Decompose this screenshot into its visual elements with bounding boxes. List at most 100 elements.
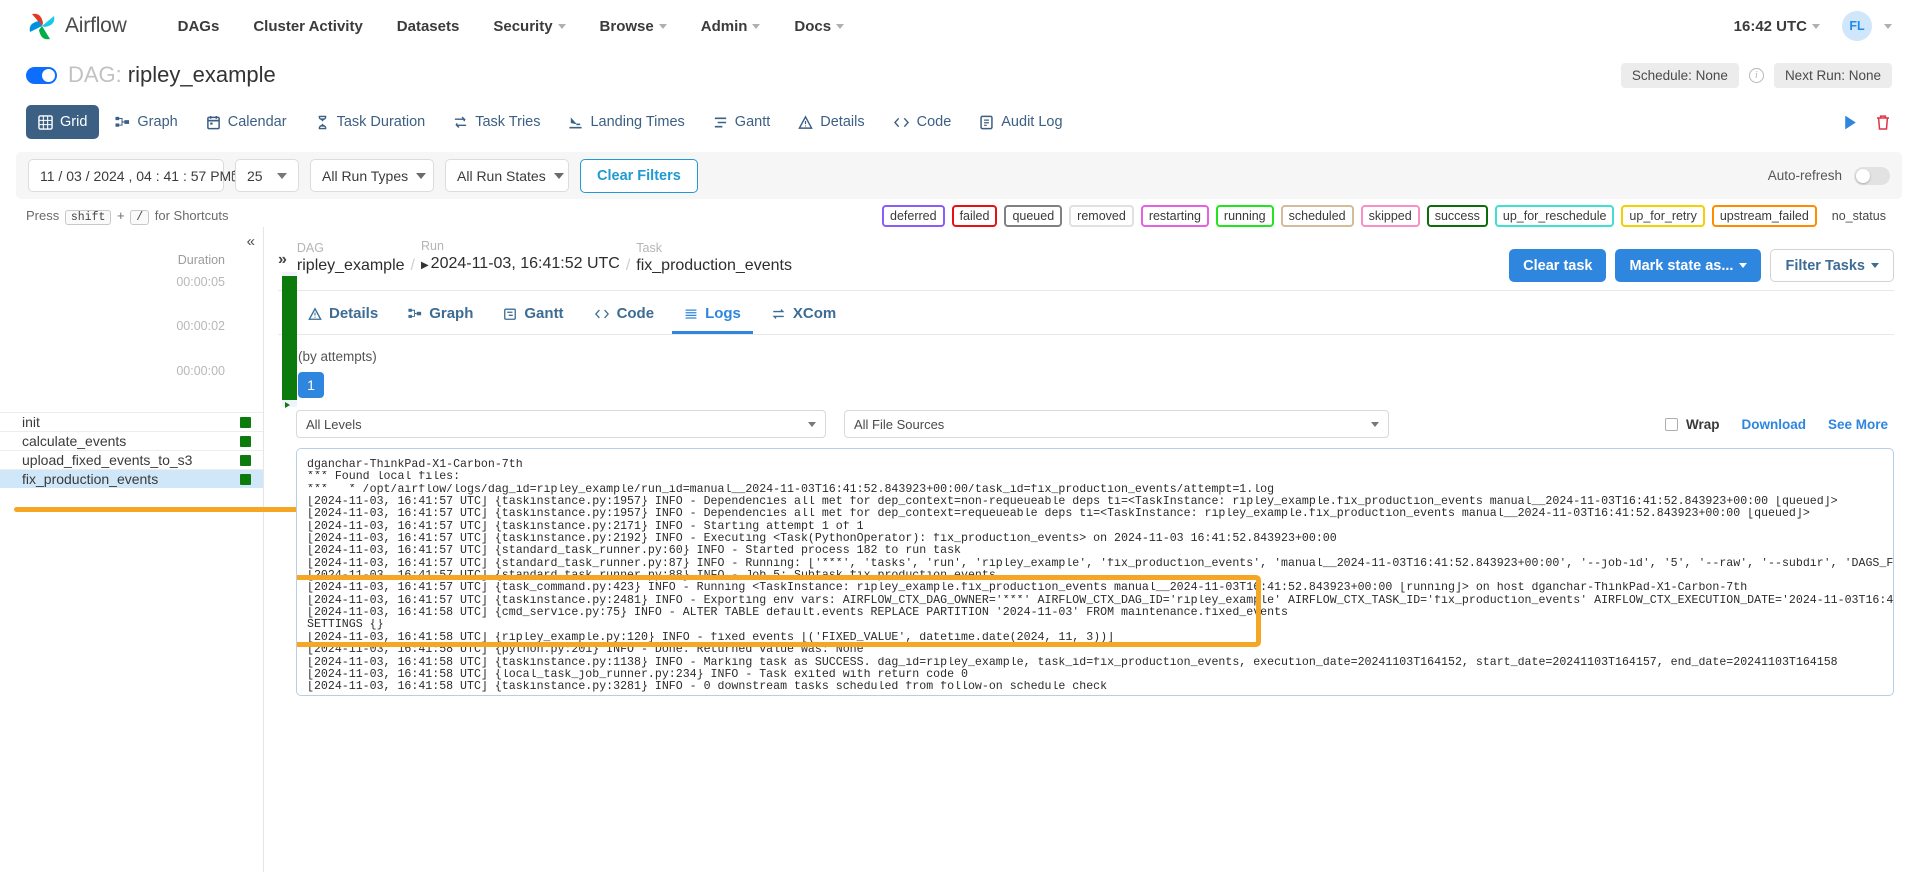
run-duration-bar-column[interactable] xyxy=(282,272,297,408)
log-line: [2024-11-03, 16:41:58 UTC] {local_task_j… xyxy=(307,668,968,681)
legend-scheduled[interactable]: scheduled xyxy=(1280,205,1354,227)
task-state-square[interactable] xyxy=(240,435,251,447)
download-logs-link[interactable]: Download xyxy=(1741,417,1806,432)
nav-item-dags[interactable]: DAGs xyxy=(161,12,237,41)
axis-tick-top: 00:00:05 xyxy=(176,275,225,289)
legend-queued[interactable]: queued xyxy=(1004,205,1063,227)
brand-logo-link[interactable]: Airflow xyxy=(26,10,127,42)
see-more-link[interactable]: See More xyxy=(1828,417,1888,432)
nav-item-admin[interactable]: Admin xyxy=(684,12,778,41)
nav-item-cluster-activity[interactable]: Cluster Activity xyxy=(236,12,379,41)
graph-icon xyxy=(408,307,422,321)
log-output-panel[interactable]: dganchar-ThinkPad-X1-Carbon-7th *** Foun… xyxy=(296,448,1894,696)
run-type-value: All Run Types xyxy=(322,167,409,184)
breadcrumb-run[interactable]: Run ▶ 2024-11-03, 16:41:52 UTC xyxy=(421,239,620,276)
run-state-select[interactable]: All Run States xyxy=(445,159,569,192)
subtab-graph[interactable]: Graph xyxy=(396,297,485,334)
subtab-xcom[interactable]: XCom xyxy=(759,297,848,334)
chevron-down-icon xyxy=(1884,23,1892,29)
tab-label: Audit Log xyxy=(1001,114,1063,130)
chevron-down-icon xyxy=(557,24,566,30)
gantt-icon xyxy=(713,115,728,130)
tab-code[interactable]: Code xyxy=(881,105,964,139)
nav-item-datasets[interactable]: Datasets xyxy=(380,12,477,41)
legend-skipped[interactable]: skipped xyxy=(1360,205,1420,227)
run-count-select[interactable]: 25 xyxy=(235,159,299,192)
task-row-fix-production-events[interactable]: fix_production_events xyxy=(0,469,263,488)
breadcrumb-task[interactable]: Task fix_production_events xyxy=(636,241,792,276)
tab-details[interactable]: Details xyxy=(786,105,876,139)
legend-up-for-reschedule[interactable]: up_for_reschedule xyxy=(1494,205,1615,227)
subtab-label: Code xyxy=(616,305,655,322)
legend-running[interactable]: running xyxy=(1215,205,1274,227)
nav-item-docs[interactable]: Docs xyxy=(777,12,861,41)
legend-removed[interactable]: removed xyxy=(1069,205,1134,227)
legend-no-status[interactable]: no_status xyxy=(1824,205,1894,227)
execution-date-input[interactable]: 11 / 03 / 2024 , 04 : 41 : 57 PM xyxy=(28,159,244,192)
xcom-icon xyxy=(771,307,786,321)
task-row-calculate-events[interactable]: calculate_events xyxy=(0,431,263,450)
tab-task-duration[interactable]: Task Duration xyxy=(303,105,438,139)
subtab-code[interactable]: Code xyxy=(582,297,667,334)
clear-task-label: Clear task xyxy=(1523,257,1593,274)
task-state-square[interactable] xyxy=(240,454,251,466)
legend-restarting[interactable]: restarting xyxy=(1140,205,1209,227)
subtab-gantt[interactable]: Gantt xyxy=(491,297,575,334)
legend-failed[interactable]: failed xyxy=(951,205,998,227)
log-level-select[interactable]: All Levels xyxy=(296,410,826,438)
task-state-square[interactable] xyxy=(240,473,251,485)
nav-item-security[interactable]: Security xyxy=(476,12,582,41)
tab-audit-log[interactable]: Audit Log xyxy=(967,105,1074,139)
tab-task-tries[interactable]: Task Tries xyxy=(441,105,552,139)
dag-view-tabs: Grid Graph Calendar Task Duration Task T… xyxy=(0,98,1918,146)
task-row-upload-fixed-events-to-s3[interactable]: upload_fixed_events_to_s3 xyxy=(0,450,263,469)
legend-upstream-failed[interactable]: upstream_failed xyxy=(1711,205,1817,227)
duration-axis-label: Duration xyxy=(177,253,225,267)
play-icon[interactable] xyxy=(1841,113,1860,132)
task-name: calculate_events xyxy=(22,433,127,449)
run-type-select[interactable]: All Run Types xyxy=(310,159,434,192)
breadcrumb-run-caption: Run xyxy=(420,239,444,253)
info-icon[interactable]: i xyxy=(1748,67,1764,83)
task-detail-pane: » DAG ripley_example / Run ▶ 2024-11-03, … xyxy=(264,227,1918,872)
task-name: init xyxy=(22,414,40,430)
user-menu[interactable]: FL xyxy=(1842,11,1892,41)
log-view-options: Wrap Download See More xyxy=(1664,417,1894,432)
run-duration-bar[interactable] xyxy=(282,276,297,400)
chevron-down-icon xyxy=(277,172,287,179)
expand-right-icon[interactable]: » xyxy=(278,251,287,269)
auto-refresh-toggle[interactable] xyxy=(1854,166,1890,185)
log-source-select[interactable]: All File Sources xyxy=(844,410,1389,438)
task-state-square[interactable] xyxy=(240,416,251,428)
tab-landing-times[interactable]: Landing Times xyxy=(556,105,696,139)
filter-tasks-button[interactable]: Filter Tasks xyxy=(1770,249,1894,282)
legend-deferred[interactable]: deferred xyxy=(882,205,945,227)
axis-tick-mid: 00:00:02 xyxy=(176,319,225,333)
legend-success[interactable]: success xyxy=(1426,205,1488,227)
collapse-left-icon[interactable]: « xyxy=(247,233,255,250)
subtab-details[interactable]: Details xyxy=(296,297,390,334)
tab-gantt[interactable]: Gantt xyxy=(701,105,782,139)
legend-up-for-retry[interactable]: up_for_retry xyxy=(1621,205,1705,227)
dag-pause-toggle[interactable] xyxy=(26,66,57,84)
utc-clock[interactable]: 16:42 UTC xyxy=(1734,18,1820,35)
details-icon xyxy=(798,114,814,130)
mark-state-button[interactable]: Mark state as... xyxy=(1615,249,1762,282)
clear-task-button[interactable]: Clear task xyxy=(1509,249,1607,282)
trash-icon[interactable] xyxy=(1874,113,1892,132)
tab-grid[interactable]: Grid xyxy=(26,105,100,139)
run-marker-icon xyxy=(285,402,290,408)
tab-calendar[interactable]: Calendar xyxy=(194,105,299,139)
wrap-toggle[interactable]: Wrap xyxy=(1664,417,1719,432)
tab-graph[interactable]: Graph xyxy=(103,105,189,139)
top-navbar: Airflow DAGs Cluster Activity Datasets S… xyxy=(0,0,1918,52)
tab-label: Grid xyxy=(60,114,88,130)
attempt-1-button[interactable]: 1 xyxy=(298,372,324,398)
checkbox-icon[interactable] xyxy=(1664,417,1678,431)
subtab-logs[interactable]: Logs xyxy=(672,297,753,334)
breadcrumb-dag[interactable]: DAG ripley_example xyxy=(297,241,405,276)
task-row-init[interactable]: init xyxy=(0,412,263,431)
nav-item-browse[interactable]: Browse xyxy=(583,12,684,41)
log-line: [2024-11-03, 16:41:57 UTC] {taskinstance… xyxy=(307,533,1337,546)
clear-filters-button[interactable]: Clear Filters xyxy=(580,158,698,193)
